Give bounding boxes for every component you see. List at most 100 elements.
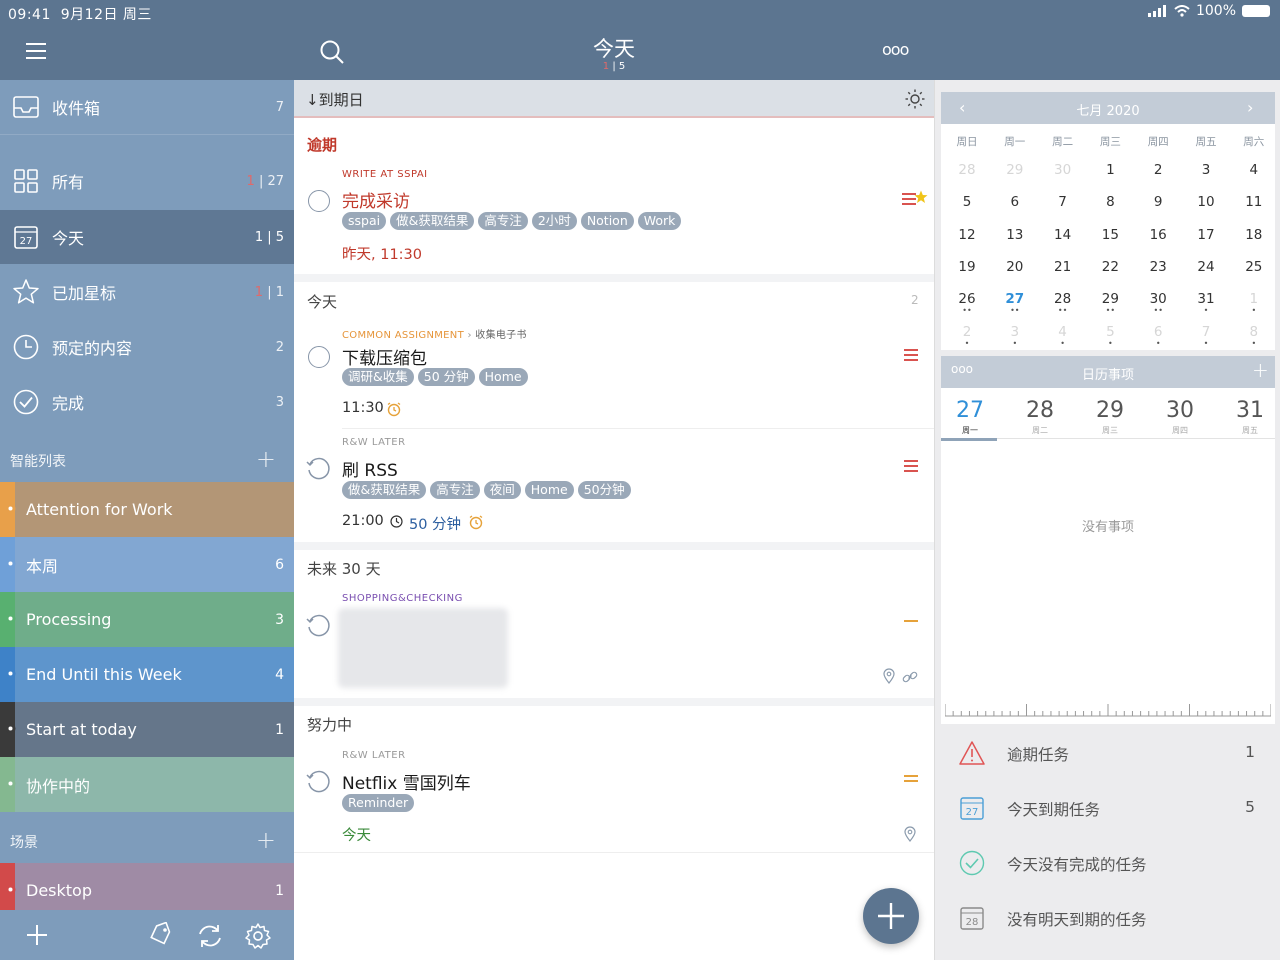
calendar-day[interactable]: 24	[1188, 259, 1224, 275]
task-checkbox[interactable]	[308, 346, 330, 368]
agenda-day[interactable]: 31 周五	[1225, 398, 1275, 436]
smart-list-item[interactable]: 协作中的	[0, 757, 294, 812]
calendar-day[interactable]: 28	[949, 162, 985, 178]
calendar-day[interactable]: 31	[1188, 291, 1224, 307]
tag[interactable]: Home	[524, 481, 574, 499]
sort-label[interactable]: ↓到期日	[306, 89, 364, 110]
priority-high-icon[interactable]	[904, 459, 920, 473]
calendar-day[interactable]: 5	[1092, 324, 1128, 340]
calendar-day[interactable]: 30	[1045, 162, 1081, 178]
smart-list-item[interactable]: Processing 3	[0, 592, 294, 647]
calendar-day[interactable]: 6	[997, 194, 1033, 210]
task-checkbox[interactable]	[308, 190, 330, 212]
quick-filter-overdue[interactable]: 逾期任务 1	[935, 726, 1280, 781]
calendar-day[interactable]: 5	[949, 194, 985, 210]
sidebar-item-all[interactable]: 所有 1 | 27	[0, 154, 294, 208]
agenda-day[interactable]: 27 周一	[945, 398, 995, 436]
task-title[interactable]: 刷 RSS	[342, 456, 398, 481]
smart-list-item[interactable]: End Until this Week 4	[0, 647, 294, 702]
calendar-day[interactable]: 23	[1140, 259, 1176, 275]
tag[interactable]: Notion	[580, 212, 634, 230]
tag[interactable]: 高专注	[478, 212, 528, 230]
tag[interactable]: 50 分钟	[417, 368, 475, 386]
add-icon[interactable]	[26, 924, 48, 946]
task-title[interactable]: 下载压缩包	[342, 344, 427, 369]
smart-list-item[interactable]: 本周 6	[0, 537, 294, 592]
calendar-day[interactable]: 10	[1188, 194, 1224, 210]
calendar-day[interactable]: 9	[1140, 194, 1176, 210]
calendar-day[interactable]: 6	[1140, 324, 1176, 340]
calendar-day[interactable]: 22	[1092, 259, 1128, 275]
calendar-day[interactable]: 8	[1092, 194, 1128, 210]
tag[interactable]: 做&获取结果	[342, 481, 427, 499]
agenda-day[interactable]: 28 周二	[1015, 398, 1065, 436]
search-icon[interactable]	[319, 39, 345, 65]
calendar-day[interactable]: 12	[949, 227, 985, 243]
calendar-day[interactable]: 2	[1140, 162, 1176, 178]
calendar-day[interactable]: 17	[1188, 227, 1224, 243]
calendar-day[interactable]: 28	[1045, 291, 1081, 307]
calendar-day[interactable]: 8	[1236, 324, 1272, 340]
quick-filter-due-today[interactable]: 27 今天到期任务 5	[935, 781, 1280, 836]
smart-list-item[interactable]: Attention for Work	[0, 482, 294, 537]
agenda-day[interactable]: 30 周四	[1155, 398, 1205, 436]
tag[interactable]: Reminder	[342, 794, 415, 812]
calendar-day[interactable]: 20	[997, 259, 1033, 275]
gear-icon[interactable]	[244, 922, 272, 950]
calendar-day[interactable]: 21	[1045, 259, 1081, 275]
calendar-day[interactable]: 29	[1092, 291, 1128, 307]
sidebar-item-scheduled[interactable]: 预定的内容 2	[0, 320, 294, 374]
calendar-day[interactable]: 25	[1236, 259, 1272, 275]
more-options-icon[interactable]: ooo	[882, 40, 909, 59]
hamburger-menu-icon[interactable]	[26, 42, 46, 60]
calendar-day[interactable]: 29	[997, 162, 1033, 178]
add-event-button[interactable]: +	[1252, 358, 1269, 382]
priority-high-icon[interactable]	[904, 348, 920, 362]
calendar-day[interactable]: 13	[997, 227, 1033, 243]
sidebar-item-today[interactable]: 27 今天 1 | 5	[0, 210, 294, 264]
repeat-checkbox-icon[interactable]	[306, 769, 330, 793]
calendar-day[interactable]: 2	[949, 324, 985, 340]
repeat-checkbox-icon[interactable]	[306, 456, 330, 480]
add-task-button[interactable]	[863, 888, 919, 944]
calendar-day-today[interactable]: 27	[997, 291, 1033, 307]
add-context-button[interactable]: +	[256, 826, 276, 854]
priority-medium-icon[interactable]	[904, 772, 920, 786]
sidebar-item-starred[interactable]: 已加星标 1 | 1	[0, 265, 294, 319]
quick-filter-not-done-today[interactable]: 今天没有完成的任务	[935, 836, 1280, 891]
tag[interactable]: Home	[478, 368, 528, 386]
calendar-day[interactable]: 7	[1045, 194, 1081, 210]
tag[interactable]: 做&获取结果	[390, 212, 475, 230]
sidebar-item-inbox[interactable]: 收件箱 7	[0, 80, 294, 134]
calendar-day[interactable]: 1	[1092, 162, 1128, 178]
calendar-day[interactable]: 16	[1140, 227, 1176, 243]
quick-filter-none-due-tomorrow[interactable]: 28 没有明天到期的任务	[935, 891, 1280, 946]
calendar-day[interactable]: 26	[949, 291, 985, 307]
calendar-day[interactable]: 14	[1045, 227, 1081, 243]
sun-icon[interactable]	[905, 89, 925, 109]
priority-low-icon[interactable]	[904, 620, 918, 622]
task-title[interactable]: Netflix 雪国列车	[342, 769, 471, 794]
smart-list-item[interactable]: Start at today 1	[0, 702, 294, 757]
tag[interactable]: 2小时	[531, 212, 577, 230]
calendar-day[interactable]: 19	[949, 259, 985, 275]
tag-icon[interactable]	[148, 922, 174, 948]
tag[interactable]: 调研&收集	[342, 368, 414, 386]
calendar-day[interactable]: 3	[1188, 162, 1224, 178]
tag[interactable]: 50分钟	[577, 481, 631, 499]
calendar-day[interactable]: 7	[1188, 324, 1224, 340]
calendar-day[interactable]: 3	[997, 324, 1033, 340]
sync-icon[interactable]	[196, 922, 224, 950]
repeat-checkbox-icon[interactable]	[306, 613, 330, 637]
star-flag-icon[interactable]	[914, 190, 928, 204]
calendar-day[interactable]: 15	[1092, 227, 1128, 243]
tag[interactable]: Work	[637, 212, 682, 230]
sidebar-item-completed[interactable]: 完成 3	[0, 375, 294, 429]
calendar-day[interactable]: 11	[1236, 194, 1272, 210]
tag[interactable]: sspai	[342, 212, 387, 230]
add-smart-list-button[interactable]: +	[256, 445, 276, 473]
sort-bar[interactable]: ↓到期日	[294, 80, 934, 118]
tag[interactable]: 夜间	[483, 481, 521, 499]
agenda-day[interactable]: 29 周三	[1085, 398, 1135, 436]
calendar-day[interactable]: 30	[1140, 291, 1176, 307]
